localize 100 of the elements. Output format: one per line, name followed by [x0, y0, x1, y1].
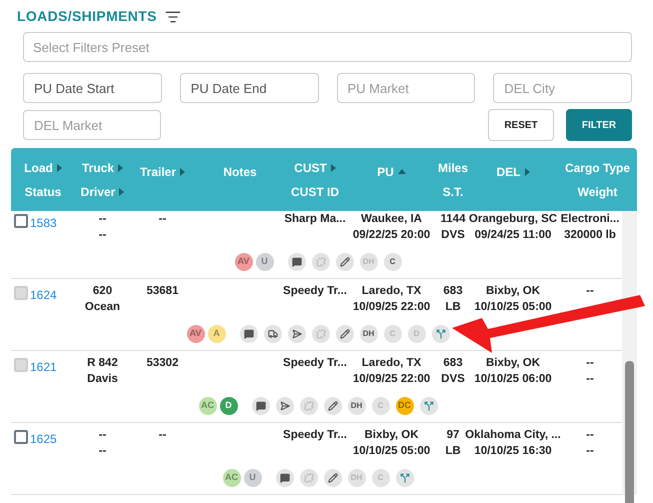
reset-button[interactable]: RESET: [488, 109, 554, 141]
message-button[interactable]: [288, 253, 306, 271]
filter-field[interactable]: DEL Market: [23, 110, 161, 140]
truck-driver-cell-text: 620: [92, 284, 112, 299]
chat-icon: [244, 329, 254, 339]
pickup-cell-text: Waukee, IA: [361, 212, 422, 227]
filter-button[interactable]: FILTER: [566, 109, 632, 141]
load-link[interactable]: 1583: [30, 214, 57, 232]
column-header[interactable]: CUST ID: [291, 182, 339, 200]
filter-icon[interactable]: [164, 8, 181, 24]
truck-driver-cell-text: --: [98, 444, 106, 459]
edit-button[interactable]: [336, 253, 354, 271]
pencil-icon: [328, 401, 338, 411]
column-header[interactable]: DEL: [496, 162, 530, 180]
split-arrow-icon: [424, 401, 434, 411]
split-arrow-icon: [400, 473, 410, 483]
trailer-cell-text: 53302: [146, 356, 178, 371]
status-badge: D: [220, 397, 238, 415]
broken-link-icon: [304, 401, 314, 411]
trailer-cell-text: 53681: [146, 284, 178, 299]
delivery-cell-text: 10/10/25 05:00: [474, 300, 552, 315]
truck-driver-cell-text: Ocean: [84, 300, 120, 315]
miles-cell-text: 1144: [440, 212, 466, 227]
sort-caret-icon[interactable]: [330, 164, 336, 172]
pickup-cell-text: Laredo, TX: [362, 356, 422, 371]
sort-ascending-icon[interactable]: [398, 169, 406, 174]
chat-icon: [292, 257, 302, 267]
cargo-cell-text: Electroni...: [560, 212, 620, 227]
column-header[interactable]: Cargo Type: [564, 158, 630, 176]
truck-driver-cell-text: Davis: [87, 372, 118, 387]
row-checkbox[interactable]: [14, 214, 28, 228]
delivery-cell-text: Orangeburg, SC: [468, 212, 558, 227]
cargo-cell-text: --: [586, 372, 594, 387]
sort-caret-icon[interactable]: [56, 164, 62, 172]
message-button[interactable]: [276, 469, 294, 487]
column-header[interactable]: Miles: [438, 158, 468, 176]
customer-cell-text: Speedy Tr...: [283, 356, 347, 371]
filter-field[interactable]: PU Market: [336, 73, 476, 103]
chat-icon: [256, 401, 266, 411]
split-arrow-icon: [436, 329, 446, 339]
status-badge: U: [244, 469, 262, 487]
action-button[interactable]: C: [384, 253, 402, 271]
truck-driver-cell-text: R 842: [87, 356, 118, 371]
trailer-cell-text: --: [158, 212, 166, 227]
filter-field[interactable]: DEL City: [493, 73, 632, 103]
pickup-cell-text: 10/09/25 22:00: [352, 372, 430, 387]
column-header[interactable]: Notes: [223, 162, 257, 180]
column-header[interactable]: Status: [24, 182, 62, 200]
customer-cell-text: Sharp Ma...: [284, 212, 346, 227]
broken-link-icon: [316, 257, 326, 267]
customer-cell-text: Speedy Tr...: [283, 428, 347, 443]
filters-preset-field[interactable]: Select Filters Preset: [23, 32, 632, 62]
scrollbar-thumb[interactable]: [625, 361, 634, 503]
pencil-icon: [340, 257, 350, 267]
status-badge: AV: [186, 325, 204, 343]
pickup-cell-text: 10/10/25 05:00: [352, 444, 430, 459]
sort-caret-icon[interactable]: [524, 168, 530, 176]
status-badge: A: [208, 325, 226, 343]
column-header[interactable]: Truck: [82, 158, 123, 176]
edit-button[interactable]: [324, 469, 342, 487]
delivery-cell-text: 09/24/25 11:00: [474, 228, 552, 243]
broken-link-icon: [316, 329, 326, 339]
pickup-cell-text: 09/22/25 20:00: [352, 228, 430, 243]
cargo-cell-text: 320000 lb: [564, 228, 616, 243]
status-badge: AV: [234, 253, 252, 271]
cargo-cell-text: --: [586, 356, 594, 371]
delivery-cell-text: Oklahoma City, ...: [465, 428, 561, 443]
column-header[interactable]: Load: [24, 158, 62, 176]
send-icon: [280, 401, 290, 411]
cargo-cell-text: --: [586, 444, 594, 459]
truck-driver-cell-text: --: [98, 228, 106, 243]
delivery-cell-text: 10/10/25 06:00: [474, 372, 552, 387]
miles-cell-text: 97: [446, 428, 460, 443]
pencil-icon: [328, 473, 338, 483]
column-header[interactable]: CUST: [294, 158, 336, 176]
miles-cell-text: LB: [445, 444, 461, 459]
column-header[interactable]: Driver: [80, 182, 124, 200]
sort-caret-icon[interactable]: [180, 168, 186, 176]
row-checkbox[interactable]: [14, 430, 28, 444]
split-button[interactable]: [396, 469, 414, 487]
load-link[interactable]: 1625: [30, 430, 57, 448]
column-header[interactable]: Trailer: [140, 162, 186, 180]
truck-icon: [268, 329, 278, 339]
chat-icon: [280, 473, 290, 483]
page-title: LOADS/SHIPMENTS: [17, 7, 157, 26]
miles-cell-text: LB: [445, 300, 461, 315]
column-header[interactable]: S.T.: [442, 182, 464, 200]
miles-cell-text: 683: [443, 284, 463, 299]
column-header[interactable]: Weight: [578, 182, 618, 200]
miles-cell-text: 683: [443, 356, 463, 371]
filter-field[interactable]: PU Date End: [180, 73, 318, 103]
pencil-icon: [340, 329, 350, 339]
sort-caret-icon[interactable]: [118, 164, 123, 172]
status-badge: U: [256, 253, 274, 271]
column-header[interactable]: PU: [377, 162, 406, 180]
sort-caret-icon[interactable]: [119, 188, 124, 196]
status-badge: AC: [198, 397, 216, 415]
filter-field[interactable]: PU Date Start: [23, 73, 162, 103]
pickup-cell-text: 10/09/25 22:00: [352, 300, 430, 315]
pickup-cell-text: Bixby, OK: [364, 428, 419, 443]
